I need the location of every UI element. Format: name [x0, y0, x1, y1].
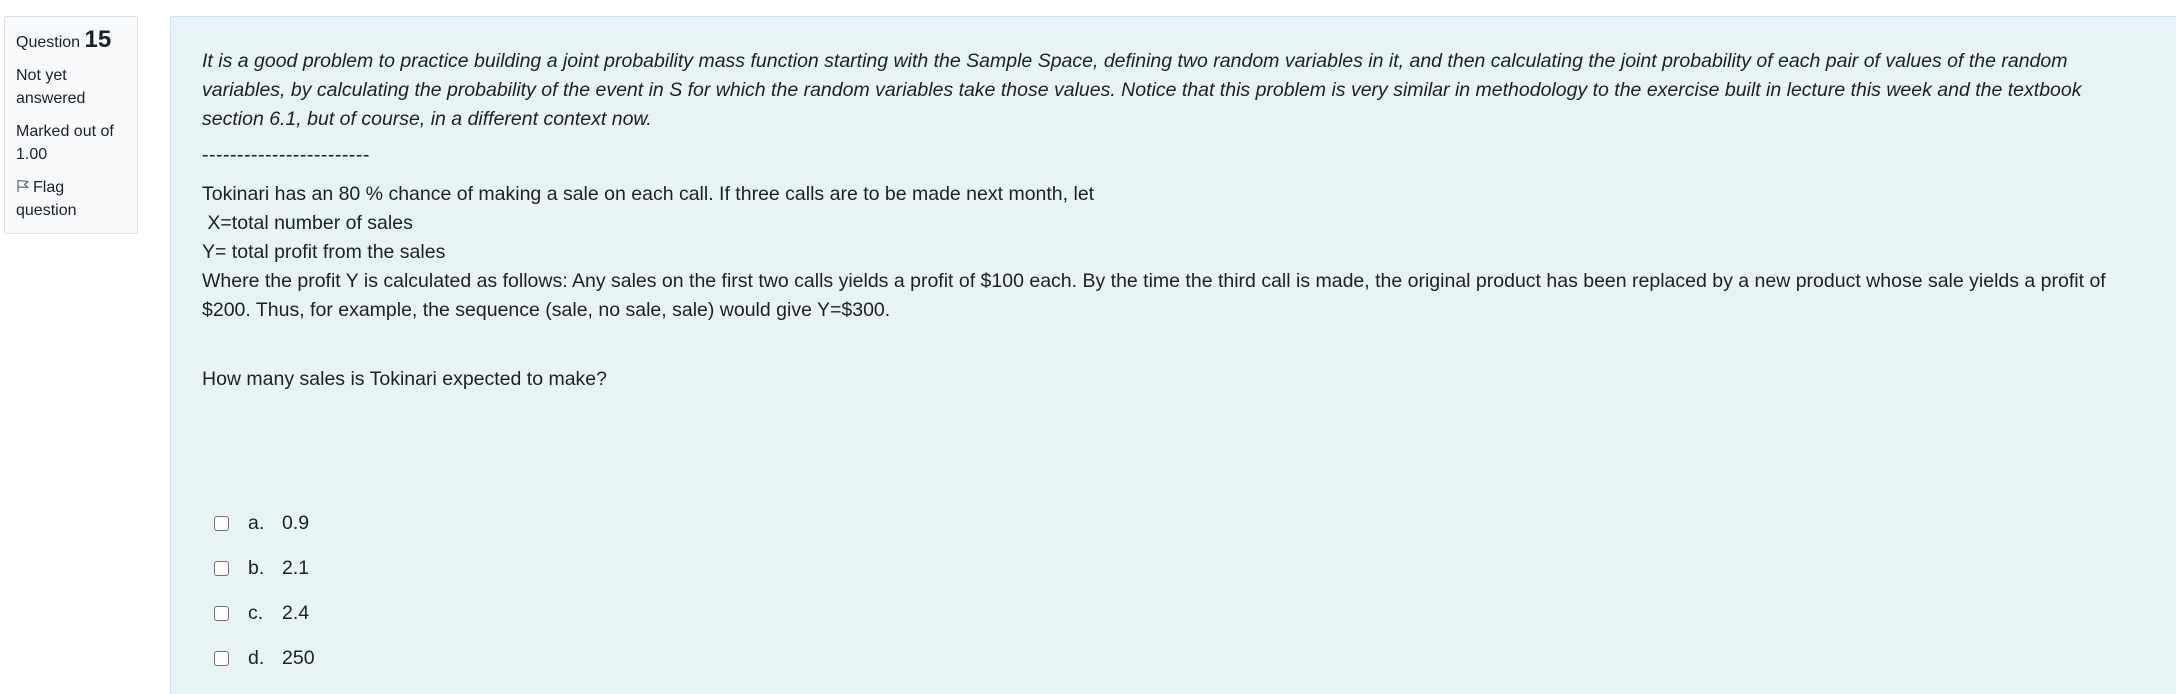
- answer-option-d[interactable]: d. 250: [214, 636, 315, 681]
- question-state: Not yet answered: [16, 67, 86, 107]
- answer-checkbox-a[interactable]: [214, 516, 229, 531]
- answer-letter: c.: [248, 602, 264, 624]
- question-heading: Question 15: [16, 25, 126, 58]
- answer-letter: a.: [248, 512, 265, 534]
- question-intro: It is a good problem to practice buildin…: [202, 50, 2082, 130]
- problem-line-4: Where the profit Y is calculated as foll…: [202, 270, 2106, 321]
- flag-icon: [16, 179, 33, 196]
- answer-text: 2.1: [282, 557, 310, 579]
- answer-checkbox-d[interactable]: [214, 651, 229, 666]
- question-text: How many sales is Tokinari expected to m…: [202, 368, 607, 390]
- answer-letter: b.: [248, 557, 265, 579]
- answer-option-c[interactable]: c. 2.4: [214, 591, 315, 636]
- answer-text: 250: [282, 647, 315, 669]
- question-content: It is a good problem to practice buildin…: [170, 16, 2176, 694]
- answer-checkbox-b[interactable]: [214, 561, 229, 576]
- problem-line-1: Tokinari has an 80 % chance of making a …: [202, 183, 1095, 205]
- question-info-panel: Question 15 Not yet answered Marked out …: [4, 16, 138, 234]
- problem-line-3: Y= total profit from the sales: [202, 241, 446, 263]
- problem-line-2: X=total number of sales: [202, 212, 413, 234]
- flag-question-link[interactable]: Flag question: [16, 176, 126, 222]
- question-number: 15: [84, 26, 112, 53]
- answer-checkbox-c[interactable]: [214, 606, 229, 621]
- answer-text: 0.9: [282, 512, 310, 534]
- answer-list: a. 0.9 b. 2.1 c. 2.4 d. 250: [214, 501, 315, 681]
- answer-option-a[interactable]: a. 0.9: [214, 501, 315, 546]
- answer-option-b[interactable]: b. 2.1: [214, 546, 315, 591]
- question-word: Question: [16, 34, 81, 51]
- separator-dashes: ------------------------: [202, 144, 370, 166]
- answer-letter: d.: [248, 647, 265, 669]
- answer-text: 2.4: [282, 602, 310, 624]
- question-grade: Marked out of 1.00: [16, 123, 114, 163]
